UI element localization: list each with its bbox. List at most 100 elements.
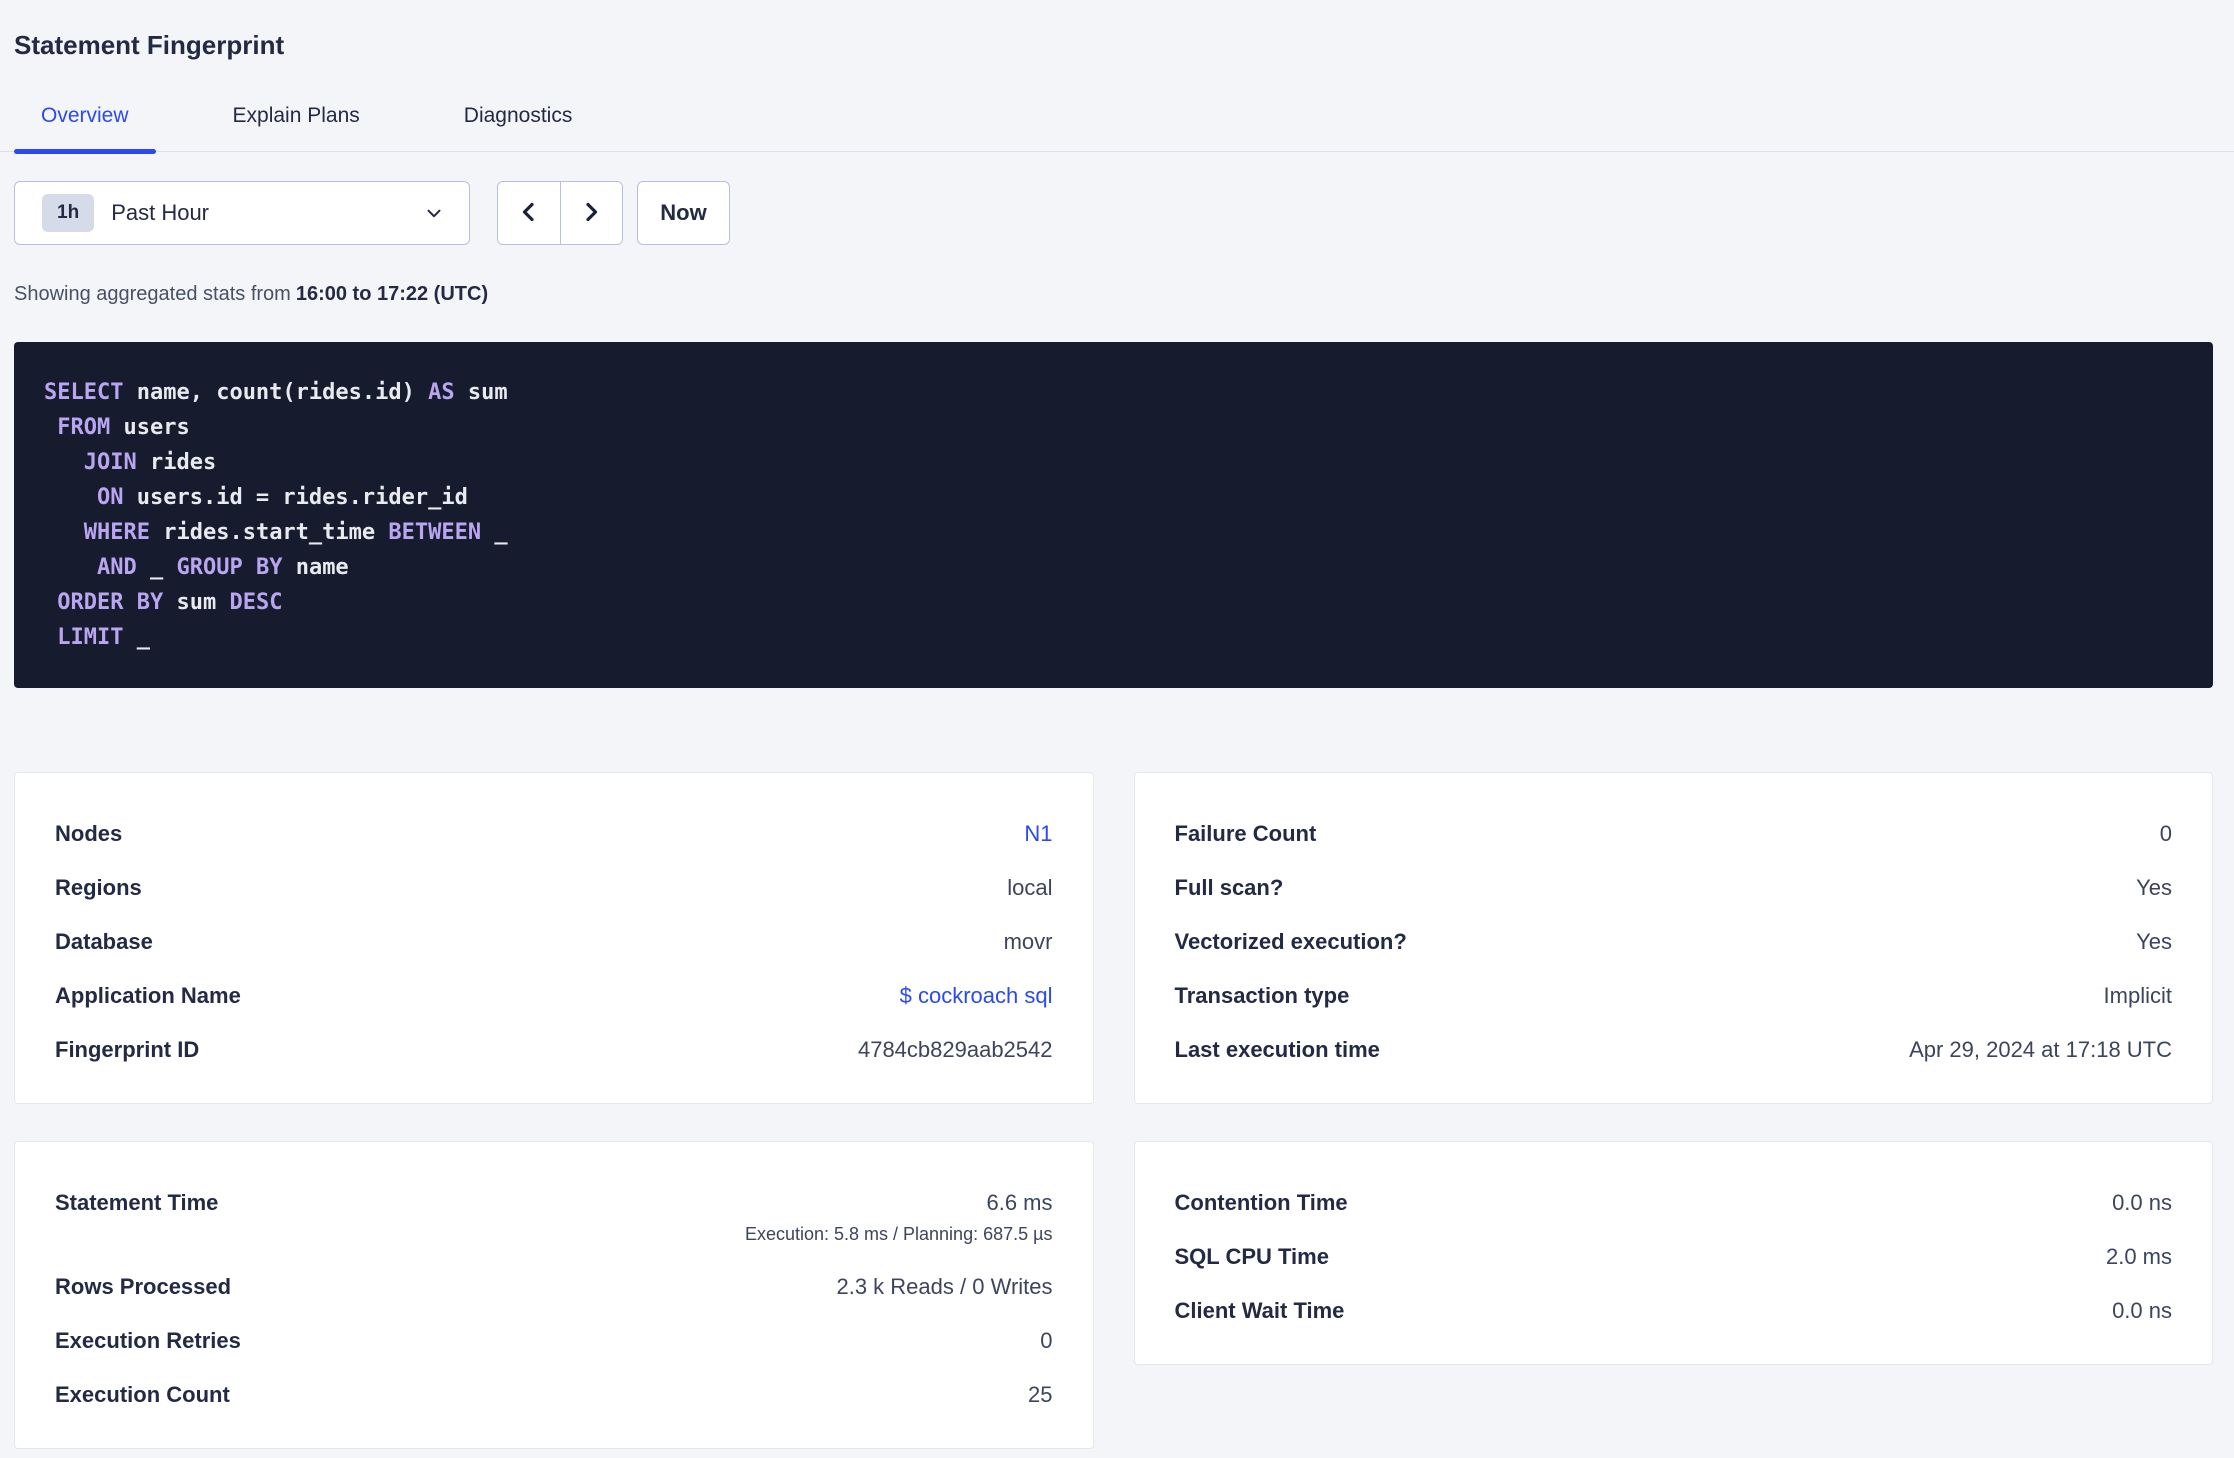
sql-token: sum	[163, 590, 230, 615]
stat-row: Application Name $ cockroach sql	[55, 983, 1053, 1009]
sql-keyword: ON	[96, 485, 124, 510]
stat-label: Vectorized execution?	[1174, 929, 1407, 954]
tab-explain-plans[interactable]: Explain Plans	[206, 103, 387, 151]
chevron-right-icon	[579, 200, 603, 227]
sql-keyword: FROM	[57, 415, 111, 440]
stat-value: movr	[1003, 929, 1053, 954]
stat-value-wrap: Implicit	[2104, 983, 2172, 1009]
stat-value: 2.3 k Reads / 0 Writes	[836, 1274, 1053, 1299]
stat-row: Statement Time 6.6 ms Execution: 5.8 ms / …	[55, 1190, 1053, 1246]
stat-row: Nodes N1	[55, 821, 1053, 847]
stat-value: 0	[1040, 1328, 1053, 1353]
stat-value-wrap: Yes	[2136, 875, 2172, 901]
stat-value-wrap: 0	[2160, 821, 2172, 847]
stat-value-wrap: 2.0 ms	[2106, 1244, 2172, 1270]
sql-token: sum	[454, 380, 508, 405]
sql-statement-text: SELECT name, count(rides.id) AS sum FROM…	[44, 375, 2183, 655]
stat-label: Transaction type	[1174, 983, 1350, 1008]
stat-label: Contention Time	[1174, 1190, 1348, 1215]
stat-label: Execution Count	[55, 1382, 230, 1407]
prev-time-button[interactable]	[498, 182, 561, 244]
sql-keyword: ORDER BY	[57, 590, 164, 615]
stat-cards: Nodes N1 Regions local Database movr Applicati…	[14, 772, 2213, 1449]
aggregated-stats-line: Showing aggregated stats from 16:00 to 17…	[14, 282, 2213, 306]
stat-row: Transaction type Implicit	[1175, 983, 2173, 1009]
tab-bar: Overview Explain Plans Diagnostics	[0, 103, 2234, 154]
tab-overview[interactable]: Overview	[14, 103, 156, 154]
stat-row: Failure Count 0	[1175, 821, 2173, 847]
sql-token: _	[123, 625, 150, 650]
next-time-button[interactable]	[560, 182, 622, 244]
stat-value: Apr 29, 2024 at 17:18 UTC	[1909, 1037, 2172, 1062]
stat-label: Statement Time	[55, 1190, 219, 1215]
aggregated-stats-prefix: Showing aggregated stats from	[14, 283, 291, 305]
sql-keyword: GROUP BY	[176, 555, 283, 580]
stat-value-wrap: N1	[1024, 821, 1052, 847]
sql-token: name, count(rides.id)	[123, 380, 429, 405]
sql-token: name	[282, 555, 349, 580]
stat-value: 25	[1028, 1382, 1053, 1407]
stat-label: Rows Processed	[55, 1274, 232, 1299]
stat-row: Rows Processed 2.3 k Reads / 0 Writes	[55, 1274, 1053, 1300]
stat-value: Yes	[2136, 929, 2172, 954]
stat-value: 4784cb829aab2542	[857, 1037, 1053, 1062]
stat-value-wrap: 0.0 ns	[2112, 1190, 2172, 1216]
sql-keyword: LIMIT	[57, 625, 124, 650]
stat-row: Contention Time 0.0 ns	[1175, 1190, 2173, 1216]
now-button[interactable]: Now	[637, 181, 730, 245]
stat-label: Failure Count	[1174, 821, 1317, 846]
stat-label: Fingerprint ID	[55, 1037, 200, 1062]
chevron-down-icon	[423, 202, 445, 224]
stat-row: Execution Count 25	[55, 1382, 1053, 1408]
time-range-dropdown[interactable]: 1h Past Hour	[14, 181, 470, 245]
sql-token: rides.start_time	[149, 520, 389, 545]
stat-value: Yes	[2136, 875, 2172, 900]
stat-row: Regions local	[55, 875, 1053, 901]
sql-statement-box: SELECT name, count(rides.id) AS sum FROM…	[14, 342, 2213, 688]
page-title: Statement Fingerprint	[14, 30, 285, 60]
stat-row: Client Wait Time 0.0 ns	[1175, 1298, 2173, 1324]
chevron-left-icon	[517, 200, 541, 227]
sql-keyword: AS	[428, 380, 455, 405]
performance-card-left: Statement Time 6.6 ms Execution: 5.8 ms / …	[14, 1141, 1094, 1449]
sql-token: rides	[136, 450, 217, 475]
stat-row: SQL CPU Time 2.0 ms	[1175, 1244, 2173, 1270]
time-nav-group	[497, 181, 623, 245]
stat-value-wrap: 6.6 ms Execution: 5.8 ms / Planning: 687.…	[745, 1190, 1053, 1246]
stat-label: Application Name	[55, 983, 241, 1008]
time-controls: 1h Past Hour Now	[14, 181, 2213, 245]
stat-value-wrap: local	[1007, 875, 1052, 901]
sql-token: users	[110, 415, 190, 440]
stat-value-wrap: $ cockroach sql	[900, 983, 1053, 1009]
stat-row: Fingerprint ID 4784cb829aab2542	[55, 1037, 1053, 1063]
tab-diagnostics[interactable]: Diagnostics	[437, 103, 600, 151]
sql-keyword: AND	[96, 555, 137, 580]
stat-value: 0.0 ns	[2112, 1298, 2172, 1323]
stat-value: Implicit	[2103, 983, 2172, 1008]
stat-value-wrap: movr	[1004, 929, 1053, 955]
stat-label: SQL CPU Time	[1174, 1244, 1329, 1269]
sql-keyword: DESC	[229, 590, 283, 615]
sql-token: _	[481, 520, 508, 545]
aggregated-stats-range: 16:00 to 17:22 (UTC)	[295, 283, 489, 305]
stat-value-wrap: 25	[1028, 1382, 1052, 1408]
stat-value-wrap: 0	[1040, 1328, 1052, 1354]
stat-value: local	[1007, 875, 1053, 900]
stat-row: Execution Retries 0	[55, 1328, 1053, 1354]
stat-value-link[interactable]: N1	[1024, 821, 1052, 847]
stat-label: Client Wait Time	[1174, 1298, 1345, 1323]
performance-card-right: Contention Time 0.0 ns SQL CPU Time 2.0 ms C…	[1133, 1141, 2213, 1365]
stat-value: 0	[2159, 821, 2172, 846]
stat-label: Execution Retries	[55, 1328, 241, 1353]
sql-keyword: JOIN	[83, 450, 137, 475]
stat-row: Vectorized execution? Yes	[1175, 929, 2173, 955]
stat-value-link[interactable]: $ cockroach sql	[900, 983, 1053, 1009]
stat-row: Last execution time Apr 29, 2024 at 17:18…	[1175, 1037, 2173, 1063]
stat-label: Last execution time	[1174, 1037, 1380, 1062]
stat-subvalue: Execution: 5.8 ms / Planning: 687.5 µs	[744, 1224, 1053, 1244]
